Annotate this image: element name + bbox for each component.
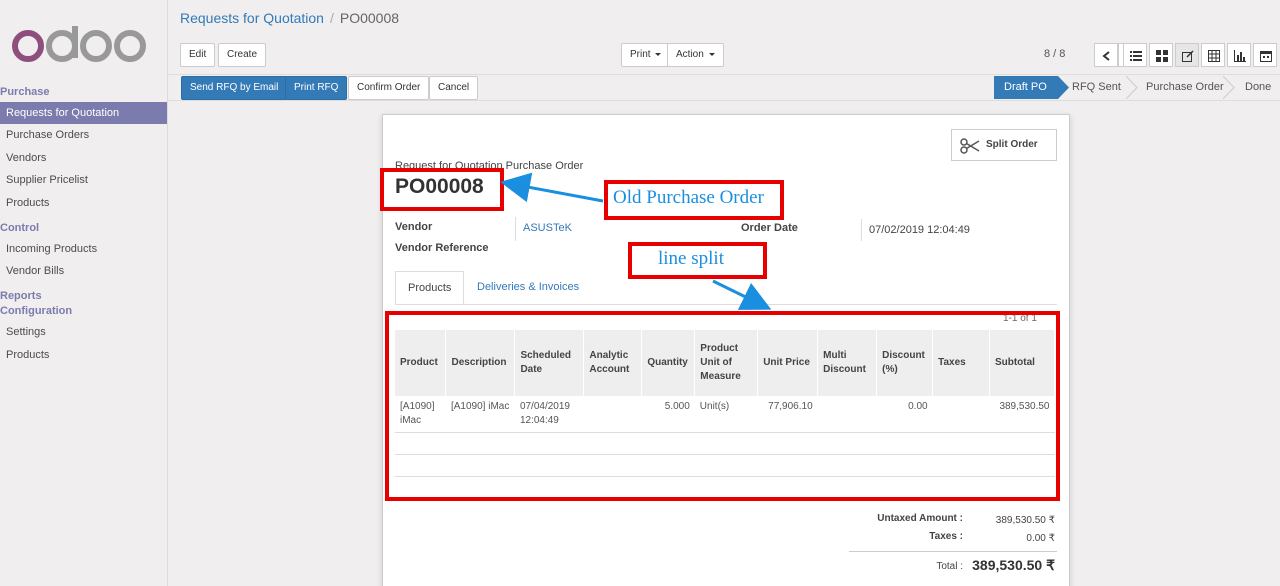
action-dropdown[interactable]: Action xyxy=(667,43,724,67)
calendar-view-button[interactable] xyxy=(1253,43,1277,67)
tab-products[interactable]: Products xyxy=(395,271,465,305)
breadcrumb-separator: / xyxy=(329,10,334,26)
pager-value[interactable]: 8 / 8 xyxy=(1044,48,1065,60)
form-view-button[interactable] xyxy=(1175,43,1199,67)
vendor-reference-label: Vendor Reference xyxy=(395,242,489,254)
sidebar-item-products[interactable]: Products xyxy=(0,192,167,214)
order-date-label: Order Date xyxy=(741,222,798,234)
sidebar-item-rfq[interactable]: Requests for Quotation xyxy=(0,102,167,124)
graph-view-button[interactable] xyxy=(1227,43,1251,67)
field-divider xyxy=(515,217,516,241)
order-lines-highlight xyxy=(385,311,1060,501)
edit-form-icon xyxy=(1182,50,1194,62)
sidebar-item-purchase-orders[interactable]: Purchase Orders xyxy=(0,124,167,146)
stage-purchase-order[interactable]: Purchase Order xyxy=(1136,76,1234,99)
confirm-order-button[interactable]: Confirm Order xyxy=(348,76,430,100)
sidebar: Purchase Requests for Quotation Purchase… xyxy=(0,0,168,586)
old-order-highlight xyxy=(380,168,504,211)
old-order-annotation: Old Purchase Order xyxy=(613,187,764,208)
taxes-value: 0.00 ₹ xyxy=(1026,533,1055,544)
send-rfq-email-button[interactable]: Send RFQ by Email xyxy=(181,76,288,100)
action-label: Action xyxy=(676,49,704,60)
order-date-value[interactable]: 07/02/2019 12:04:49 xyxy=(869,224,970,236)
tab-underline xyxy=(395,304,1057,305)
kanban-view-button[interactable] xyxy=(1149,43,1173,67)
stage-rfq-sent[interactable]: RFQ Sent xyxy=(1062,76,1131,99)
split-order-label: Split Order xyxy=(986,139,1038,150)
section-purchase: Purchase xyxy=(0,86,50,98)
split-order-button[interactable]: Split Order xyxy=(951,129,1057,161)
odoo-logo[interactable] xyxy=(10,22,150,66)
list-icon xyxy=(1130,51,1142,61)
chevron-left-icon xyxy=(1102,51,1110,61)
vendor-link[interactable]: ASUSTeK xyxy=(523,222,572,234)
stage-done[interactable]: Done xyxy=(1235,76,1280,99)
section-control: Control xyxy=(0,222,40,234)
kanban-icon xyxy=(1156,50,1168,62)
sidebar-item-incoming-products[interactable]: Incoming Products xyxy=(0,238,167,260)
create-button[interactable]: Create xyxy=(218,43,267,67)
sidebar-item-vendors[interactable]: Vendors xyxy=(0,147,167,169)
bar-chart-icon xyxy=(1234,50,1246,62)
stage-draft-po[interactable]: Draft PO xyxy=(994,76,1058,99)
untaxed-amount-value: 389,530.50 ₹ xyxy=(995,515,1055,526)
caret-down-icon xyxy=(708,52,715,56)
edit-button[interactable]: Edit xyxy=(180,43,216,67)
section-reports[interactable]: Reports xyxy=(0,290,42,302)
vendor-label: Vendor xyxy=(395,221,433,233)
breadcrumb-parent[interactable]: Requests for Quotation xyxy=(180,10,324,26)
total-value: 389,530.50 ₹ xyxy=(972,557,1055,573)
tab-deliveries-invoices[interactable]: Deliveries & Invoices xyxy=(465,271,591,305)
breadcrumb: Requests for Quotation / PO00008 xyxy=(180,10,399,26)
sidebar-item-config-products[interactable]: Products xyxy=(0,344,167,366)
print-dropdown[interactable]: Print xyxy=(621,43,671,67)
scissors-icon xyxy=(960,138,980,154)
section-configuration: Configuration xyxy=(0,305,73,317)
sidebar-item-supplier-pricelist[interactable]: Supplier Pricelist xyxy=(0,169,167,191)
cancel-button[interactable]: Cancel xyxy=(429,76,479,100)
sidebar-item-vendor-bills[interactable]: Vendor Bills xyxy=(0,260,167,282)
field-divider xyxy=(861,219,862,241)
table-icon xyxy=(1208,50,1220,62)
print-label: Print xyxy=(630,49,651,60)
pivot-view-button[interactable] xyxy=(1201,43,1225,67)
totals-divider xyxy=(849,551,1057,552)
list-view-button[interactable] xyxy=(1123,43,1147,67)
caret-down-icon xyxy=(655,52,662,56)
pager-previous-button[interactable] xyxy=(1094,43,1118,67)
breadcrumb-current: PO00008 xyxy=(339,10,400,26)
total-label: Total : xyxy=(936,561,963,572)
calendar-icon xyxy=(1260,51,1272,62)
stage-arrow-icon xyxy=(1223,76,1235,99)
line-split-annotation: line split xyxy=(658,248,724,269)
taxes-label: Taxes : xyxy=(929,531,963,542)
sidebar-item-settings[interactable]: Settings xyxy=(0,321,167,343)
untaxed-amount-label: Untaxed Amount : xyxy=(877,513,963,524)
print-rfq-button[interactable]: Print RFQ xyxy=(285,76,348,100)
